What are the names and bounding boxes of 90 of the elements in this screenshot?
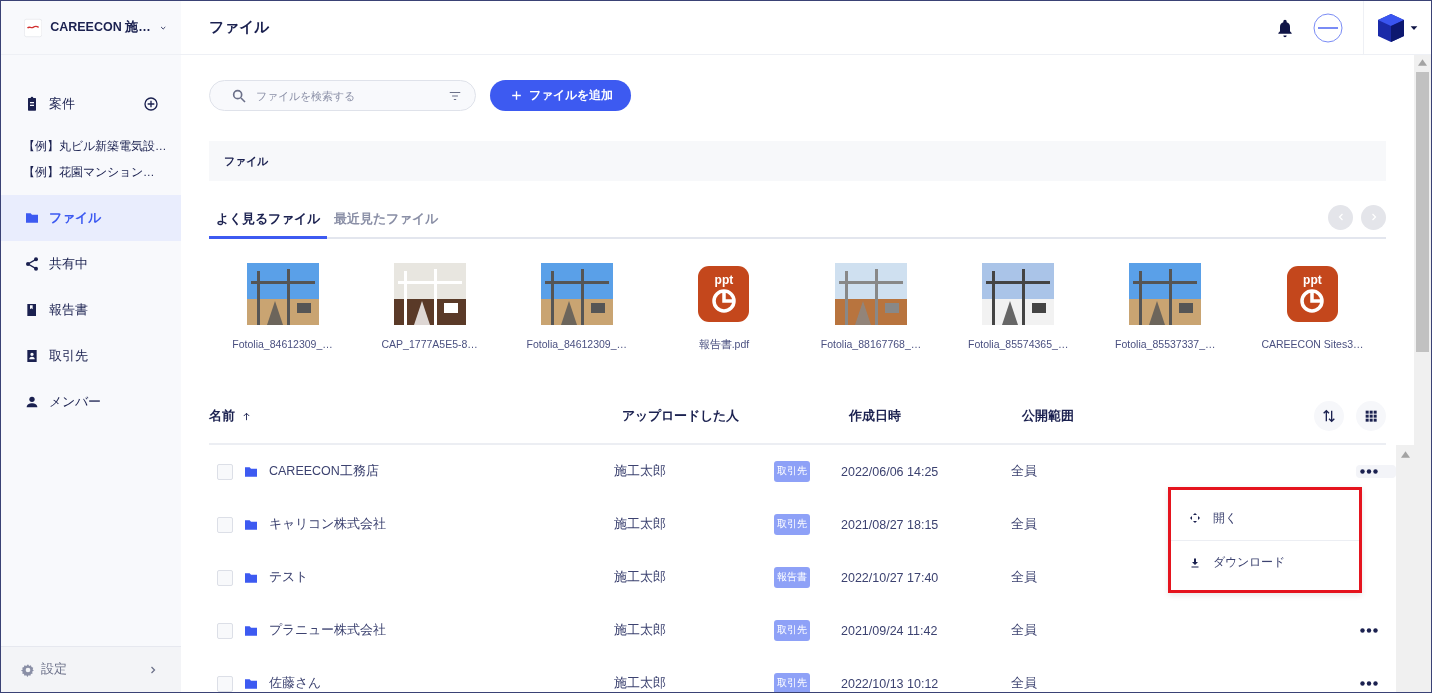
file-type-label: ppt (714, 273, 734, 286)
date-cell: 2022/10/27 17:40 (841, 570, 939, 585)
uploader-cell: 施工太郎 (614, 516, 666, 533)
page-title: ファイル (209, 18, 270, 37)
column-header[interactable]: 公開範囲 (1022, 407, 1314, 425)
checkbox[interactable] (217, 569, 233, 586)
avatar-icon[interactable] (1313, 12, 1343, 43)
project-item[interactable]: 【例】花園マンション… (1, 159, 181, 185)
menu-item[interactable]: 開く (1171, 496, 1359, 540)
date-cell: 2021/09/24 11:42 (841, 623, 938, 638)
search-field[interactable]: ファイルを検索する (209, 80, 476, 111)
file-icon[interactable]: ppt (1286, 266, 1338, 322)
ellipsis-icon (1360, 681, 1378, 686)
grid-view-button[interactable] (1356, 401, 1386, 431)
nav-item[interactable]: 共有中 (1, 241, 181, 287)
sort-arrows-icon (1321, 408, 1337, 424)
search-icon (231, 87, 247, 104)
nav-item[interactable]: メンバー (1, 379, 181, 425)
settings-link[interactable]: 設定 (21, 661, 67, 678)
uploader-cell: 施工太郎 (614, 569, 666, 586)
category-tag: 取引先 (774, 620, 810, 641)
company-name[interactable]: CAREECON 施… (50, 19, 151, 36)
file-name[interactable]: CAP_1777A5E5-8… (381, 338, 478, 350)
uploader-cell: 施工太郎 (614, 622, 666, 639)
checkbox[interactable] (217, 675, 233, 692)
scrollbar-thumb[interactable] (1416, 72, 1429, 352)
tab[interactable]: よく見るファイル (209, 201, 327, 239)
nav-item[interactable]: 取引先 (1, 333, 181, 379)
category-tag: 報告書 (774, 567, 810, 588)
date-cell: 2022/06/06 14:25 (841, 464, 939, 479)
category-tag: 取引先 (774, 514, 810, 535)
scope-cell: 全員 (1011, 622, 1037, 639)
menu-item[interactable]: ダウンロード (1171, 540, 1359, 584)
column-header[interactable]: 作成日時 (849, 407, 1022, 425)
file-name[interactable]: Fotolia_84612309_… (526, 338, 627, 350)
download-icon (1189, 556, 1201, 569)
category-tag: 取引先 (774, 461, 810, 482)
settings-icon (21, 662, 35, 677)
file-name[interactable]: 佐藤さん (269, 675, 321, 692)
move-arrows-icon (1189, 512, 1201, 524)
bell-icon[interactable] (1275, 17, 1295, 38)
share-icon (24, 256, 40, 272)
scope-cell: 全員 (1011, 516, 1037, 533)
arrow-up-icon (241, 410, 252, 422)
project-item[interactable]: 【例】丸ビル新築電気設… (1, 133, 181, 159)
scope-cell: 全員 (1011, 675, 1037, 692)
file-name[interactable]: CAREECON工務店 (269, 463, 379, 480)
add-circle-icon[interactable] (143, 96, 159, 112)
uploader-cell: 施工太郎 (614, 463, 666, 480)
file-name[interactable]: テスト (269, 569, 308, 586)
uploader-cell: 施工太郎 (614, 675, 666, 692)
file-type-label: ppt (1303, 273, 1322, 286)
breadcrumb[interactable]: ファイル (224, 153, 268, 169)
date-cell: 2021/08/27 18:15 (841, 517, 939, 532)
more-button[interactable] (1356, 465, 1396, 478)
nav-item[interactable]: 報告書 (1, 287, 181, 333)
column-header[interactable]: アップロードした人 (622, 407, 849, 425)
add-file-button[interactable]: ファイルを追加 (490, 80, 631, 111)
cube-icon[interactable] (1376, 12, 1405, 43)
scroll-up-icon (1400, 451, 1410, 458)
nav-item[interactable]: 案件 (49, 95, 75, 113)
file-name[interactable]: CAREECON Sites3… (1261, 338, 1364, 350)
file-name[interactable]: Fotolia_85537337_… (1115, 338, 1216, 350)
file-icon[interactable]: ppt (698, 266, 750, 322)
date-cell: 2022/10/13 10:12 (841, 676, 939, 691)
file-name[interactable]: Fotolia_85574365_… (967, 338, 1069, 350)
scope-cell: 全員 (1011, 463, 1037, 480)
category-tag: 取引先 (774, 673, 810, 692)
pie-icon (709, 286, 738, 315)
person-icon (24, 394, 40, 410)
plus-icon (510, 89, 523, 102)
file-name[interactable]: キャリコン株式会社 (269, 516, 386, 533)
pie-icon (1298, 286, 1327, 315)
checkbox[interactable] (217, 516, 233, 533)
file-name[interactable]: Fotolia_84612309_… (232, 338, 333, 350)
checkbox[interactable] (217, 463, 233, 480)
nav-item[interactable]: ファイル (1, 195, 181, 241)
checkbox[interactable] (217, 622, 233, 639)
grid-icon (1363, 408, 1379, 424)
scope-cell: 全員 (1011, 569, 1037, 586)
sort-button[interactable] (1314, 401, 1344, 431)
folder-icon (24, 210, 40, 226)
ellipsis-icon (1360, 628, 1378, 633)
ellipsis-icon (1360, 469, 1378, 474)
file-name[interactable]: 報告書.pdf (698, 338, 750, 352)
column-header[interactable]: 名前 (209, 407, 622, 425)
scroll-up-icon (1418, 59, 1427, 66)
contact-card-icon (24, 348, 40, 364)
file-name[interactable]: プラニュー株式会社 (269, 622, 386, 639)
file-name[interactable]: Fotolia_88167768_… (820, 338, 922, 350)
